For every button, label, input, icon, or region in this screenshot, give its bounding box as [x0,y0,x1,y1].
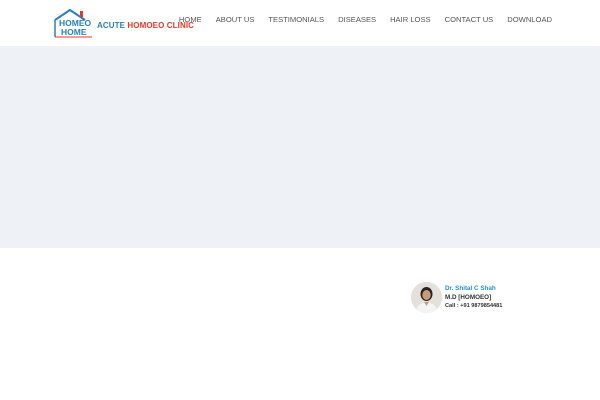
main-nav: HOME ABOUT US TESTIMONIALS DISEASES HAIR… [179,15,552,24]
nav-diseases[interactable]: DISEASES [338,15,376,24]
site-header: HOMEO HOME ACUTE HOMOEO CLINIC HOME ABOU… [0,0,600,46]
clinic-name-part1: ACUTE [97,21,126,30]
nav-contact-us[interactable]: CONTACT US [445,15,494,24]
nav-about-us[interactable]: ABOUT US [216,15,255,24]
logo-mark-bottom: HOME [61,27,87,37]
nav-home[interactable]: HOME [179,15,202,24]
nav-hair-loss[interactable]: HAIR LOSS [390,15,431,24]
nav-testimonials[interactable]: TESTIMONIALS [268,15,324,24]
doctor-degree: M.D [HOMOEO] [445,294,492,301]
doctor-card: Dr. Shital C Shah M.D [HOMOEO] Call : +9… [411,282,511,316]
doctor-phone[interactable]: Call : +91 9879854481 [445,303,502,309]
doctor-avatar [411,282,442,313]
doctor-name: Dr. Shital C Shah [445,285,496,292]
site-logo[interactable]: HOMEO HOME ACUTE HOMOEO CLINIC [52,8,194,38]
doctor-portrait-icon [411,282,442,313]
homeo-home-logo-icon: HOMEO HOME [54,8,92,38]
nav-download[interactable]: DOWNLOAD [507,15,552,24]
hero-banner [0,46,600,248]
